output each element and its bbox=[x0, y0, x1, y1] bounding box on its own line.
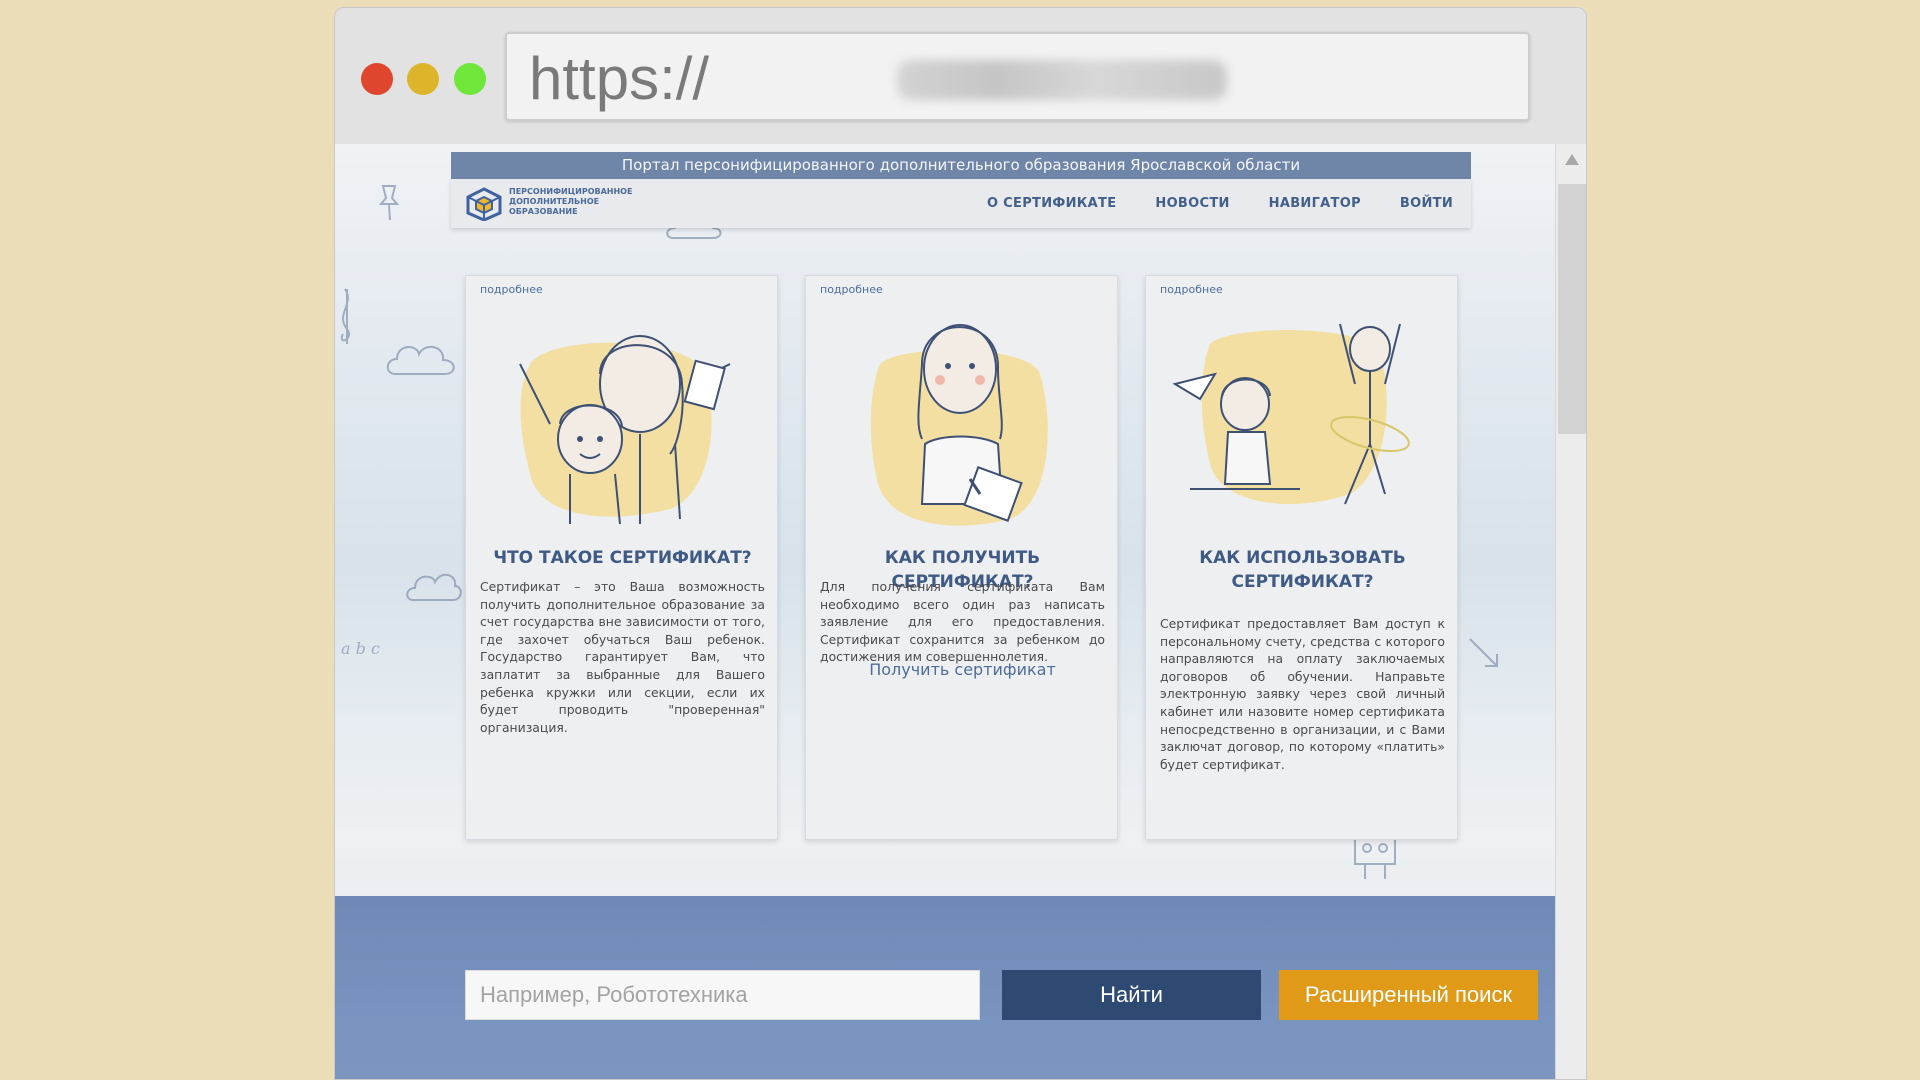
woman-signing-illustration bbox=[870, 324, 1048, 526]
pin-doodle-icon bbox=[378, 185, 400, 221]
card-more-link[interactable]: подробнее bbox=[1160, 283, 1223, 296]
card-more-link[interactable]: подробнее bbox=[480, 283, 543, 296]
minimize-window-button[interactable] bbox=[407, 63, 439, 95]
search-section: Найти Расширенный поиск bbox=[335, 896, 1555, 1079]
scroll-thumb[interactable] bbox=[1558, 184, 1586, 434]
card-description: Сертификат предоставляет Вам доступ к пе… bbox=[1160, 616, 1445, 772]
card-more-link[interactable]: подробнее bbox=[820, 283, 883, 296]
scroll-up-arrow-icon[interactable] bbox=[1565, 154, 1579, 165]
portal-banner: Портал персонифицированного дополнительн… bbox=[451, 152, 1471, 179]
nav-login[interactable]: ВОЙТИ bbox=[1400, 196, 1453, 211]
card-title: ЧТО ТАКОЕ СЕРТИФИКАТ? bbox=[493, 548, 752, 568]
logo-text[interactable]: ПЕРСОНИФИЦИРОВАННОЕ ДОПОЛНИТЕЛЬНОЕ ОБРАЗ… bbox=[509, 187, 639, 217]
music-note-doodle-icon bbox=[340, 288, 350, 344]
advanced-search-button[interactable]: Расширенный поиск bbox=[1279, 970, 1538, 1020]
cloud-doodle-icon-3 bbox=[406, 573, 462, 601]
nav-about-certificate[interactable]: О СЕРТИФИКАТЕ bbox=[987, 196, 1116, 211]
find-button[interactable]: Найти bbox=[1002, 970, 1261, 1020]
card-description: Для получения сертификата Вам необходимо… bbox=[820, 579, 1105, 665]
browser-titlebar: https:// bbox=[335, 8, 1586, 144]
blurred-domain bbox=[897, 60, 1227, 100]
card-how-to-get-certificate: подробнее КАК ПОЛУЧИТЬ СЕРТИФИКАТ? Для п… bbox=[805, 275, 1118, 840]
children-activities-illustration bbox=[1172, 323, 1410, 505]
svg-text:a b c: a b c bbox=[341, 639, 380, 658]
url-protocol: https:// bbox=[529, 45, 710, 112]
site-navbar: ПЕРСОНИФИЦИРОВАННОЕ ДОПОЛНИТЕЛЬНОЕ ОБРАЗ… bbox=[451, 179, 1471, 228]
address-bar[interactable]: https:// bbox=[505, 32, 1530, 121]
cloud-doodle-icon bbox=[386, 345, 455, 375]
program-search-input[interactable] bbox=[465, 970, 980, 1020]
nav-navigator[interactable]: НАВИГАТОР bbox=[1269, 196, 1361, 211]
card-what-is-certificate: подробнее ЧТО ТАКОЕ СЕРТИФИКАТ? Сертифик… bbox=[465, 275, 778, 840]
get-certificate-link[interactable]: Получить сертификат bbox=[806, 660, 1119, 679]
close-window-button[interactable] bbox=[361, 63, 393, 95]
logo-cube-icon[interactable] bbox=[465, 187, 503, 221]
mother-child-illustration bbox=[519, 335, 731, 525]
page-viewport: a b c Портал персонифицированного дополн… bbox=[335, 144, 1555, 1079]
nav-news[interactable]: НОВОСТИ bbox=[1155, 196, 1229, 211]
card-description: Сертификат – это Ваша возможность получи… bbox=[480, 579, 765, 735]
card-how-to-use-certificate: подробнее КАК ИСПОЛЬЗОВАТЬ СЕРТИФИКАТ? С… bbox=[1145, 275, 1458, 840]
letters-doodle-icon: a b c bbox=[341, 639, 380, 658]
maximize-window-button[interactable] bbox=[454, 63, 486, 95]
browser-window: https:// a b c Портал персонифицированно… bbox=[334, 7, 1587, 1080]
main-nav: О СЕРТИФИКАТЕ НОВОСТИ НАВИГАТОР ВОЙТИ bbox=[987, 179, 1453, 228]
card-title: КАК ИСПОЛЬЗОВАТЬ СЕРТИФИКАТ? bbox=[1199, 548, 1406, 592]
arrow-doodle-icon bbox=[1469, 638, 1498, 667]
vertical-scrollbar[interactable] bbox=[1555, 144, 1586, 1079]
